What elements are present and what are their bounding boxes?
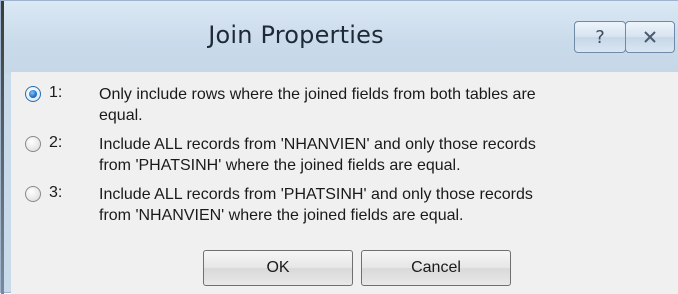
option-number: 3: xyxy=(49,184,63,201)
option-text: Only include rows where the joined field… xyxy=(99,86,536,124)
option-text: Include ALL records from 'PHATSINH' and … xyxy=(99,186,533,224)
help-button[interactable]: ? xyxy=(574,21,626,53)
option-text: Include ALL records from 'NHANVIEN' and … xyxy=(99,136,536,174)
option-number: 1: xyxy=(49,84,63,101)
join-properties-dialog: Join Properties ? 1: Only include rows w… xyxy=(0,0,678,294)
dialog-title: Join Properties xyxy=(208,21,384,49)
window-edge xyxy=(1,1,4,294)
radio-button-option-1[interactable] xyxy=(25,86,41,102)
close-button[interactable] xyxy=(625,21,675,53)
cancel-button[interactable]: Cancel xyxy=(361,250,511,286)
close-icon xyxy=(643,30,657,44)
help-icon: ? xyxy=(595,26,605,48)
option-number: 2: xyxy=(49,134,63,151)
radio-button-option-3[interactable] xyxy=(25,186,41,202)
radio-button-option-2[interactable] xyxy=(25,136,41,152)
radio-selected-dot xyxy=(29,90,37,98)
ok-button[interactable]: OK xyxy=(203,250,353,286)
dialog-body: 1: Only include rows where the joined fi… xyxy=(11,72,678,294)
title-bar[interactable]: Join Properties ? xyxy=(1,1,678,73)
